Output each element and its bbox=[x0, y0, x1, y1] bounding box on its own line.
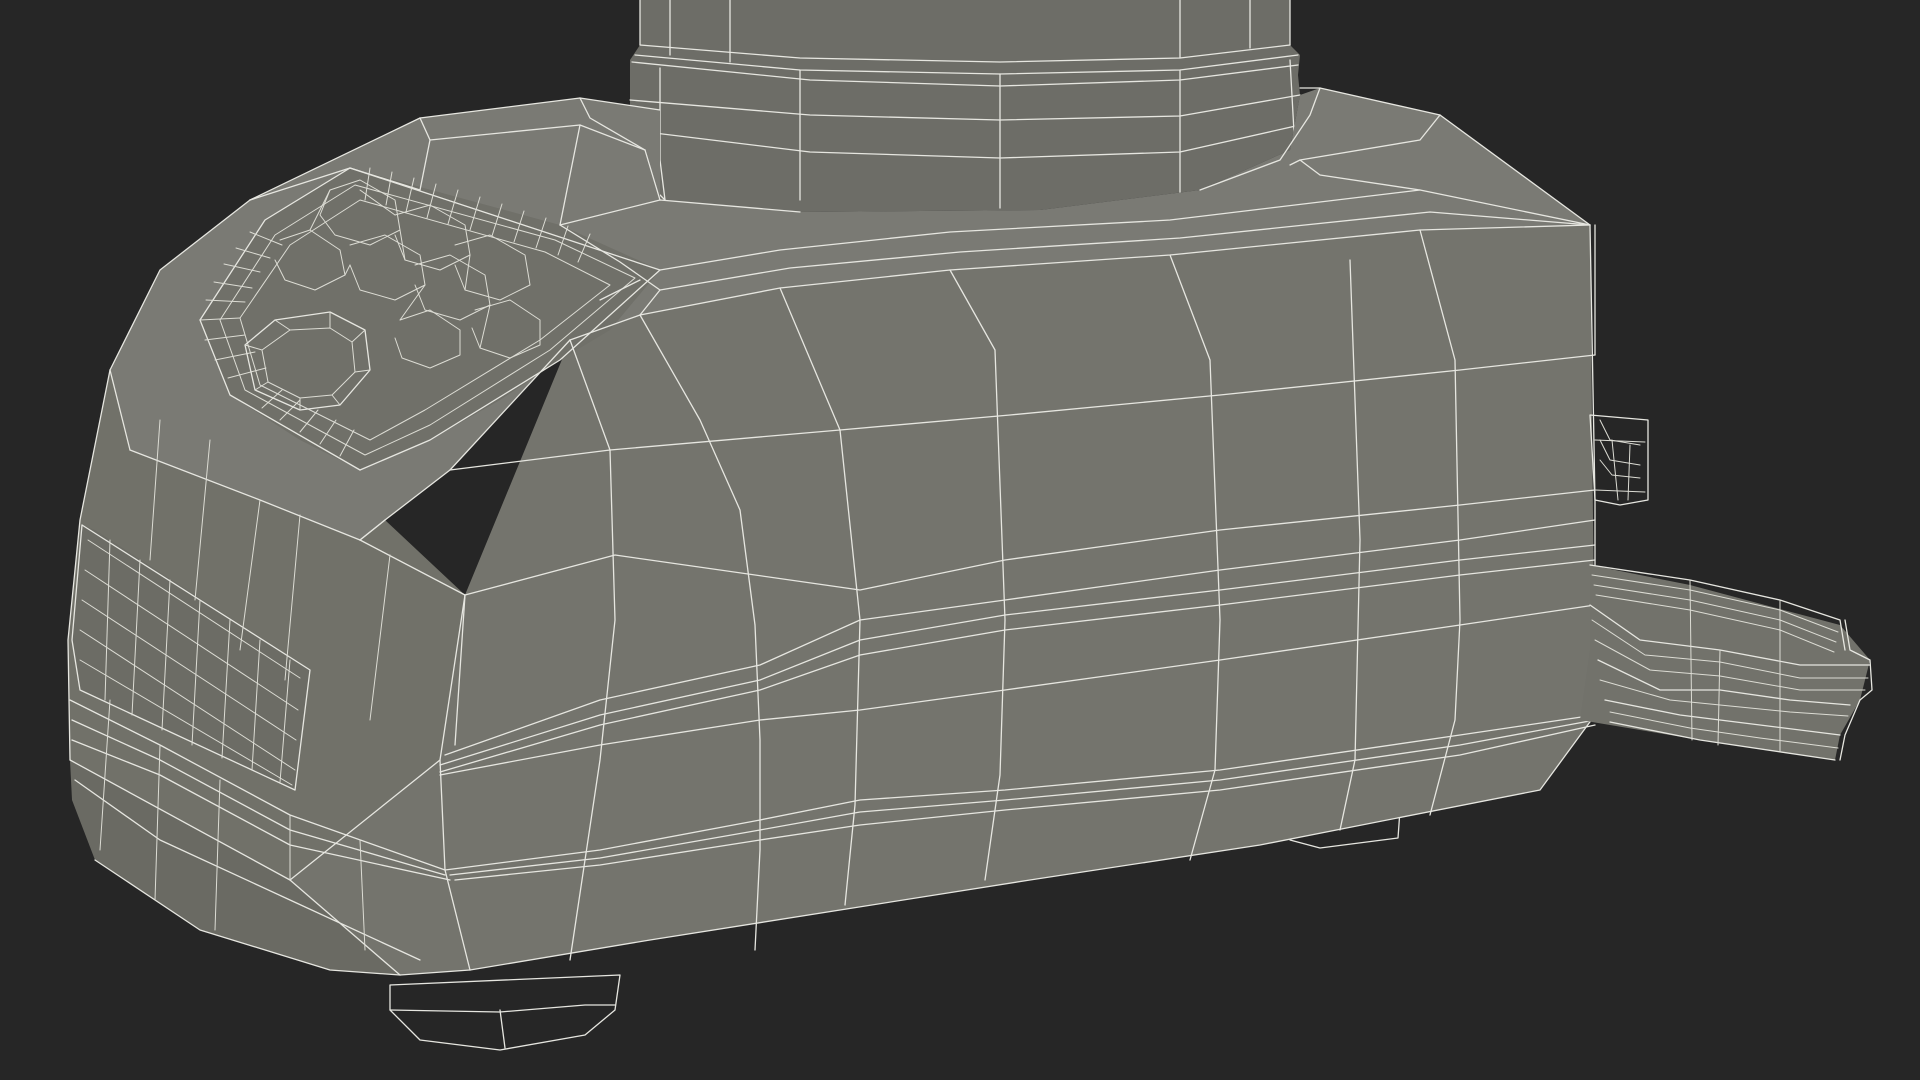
rear-cord-clip bbox=[1589, 414, 1649, 506]
power-cord-bundle bbox=[1580, 564, 1873, 761]
front-foot bbox=[389, 974, 621, 1051]
jar-collar bbox=[629, 0, 1301, 212]
render-viewport bbox=[0, 0, 1920, 1080]
wireframe-render bbox=[67, 0, 1873, 1051]
